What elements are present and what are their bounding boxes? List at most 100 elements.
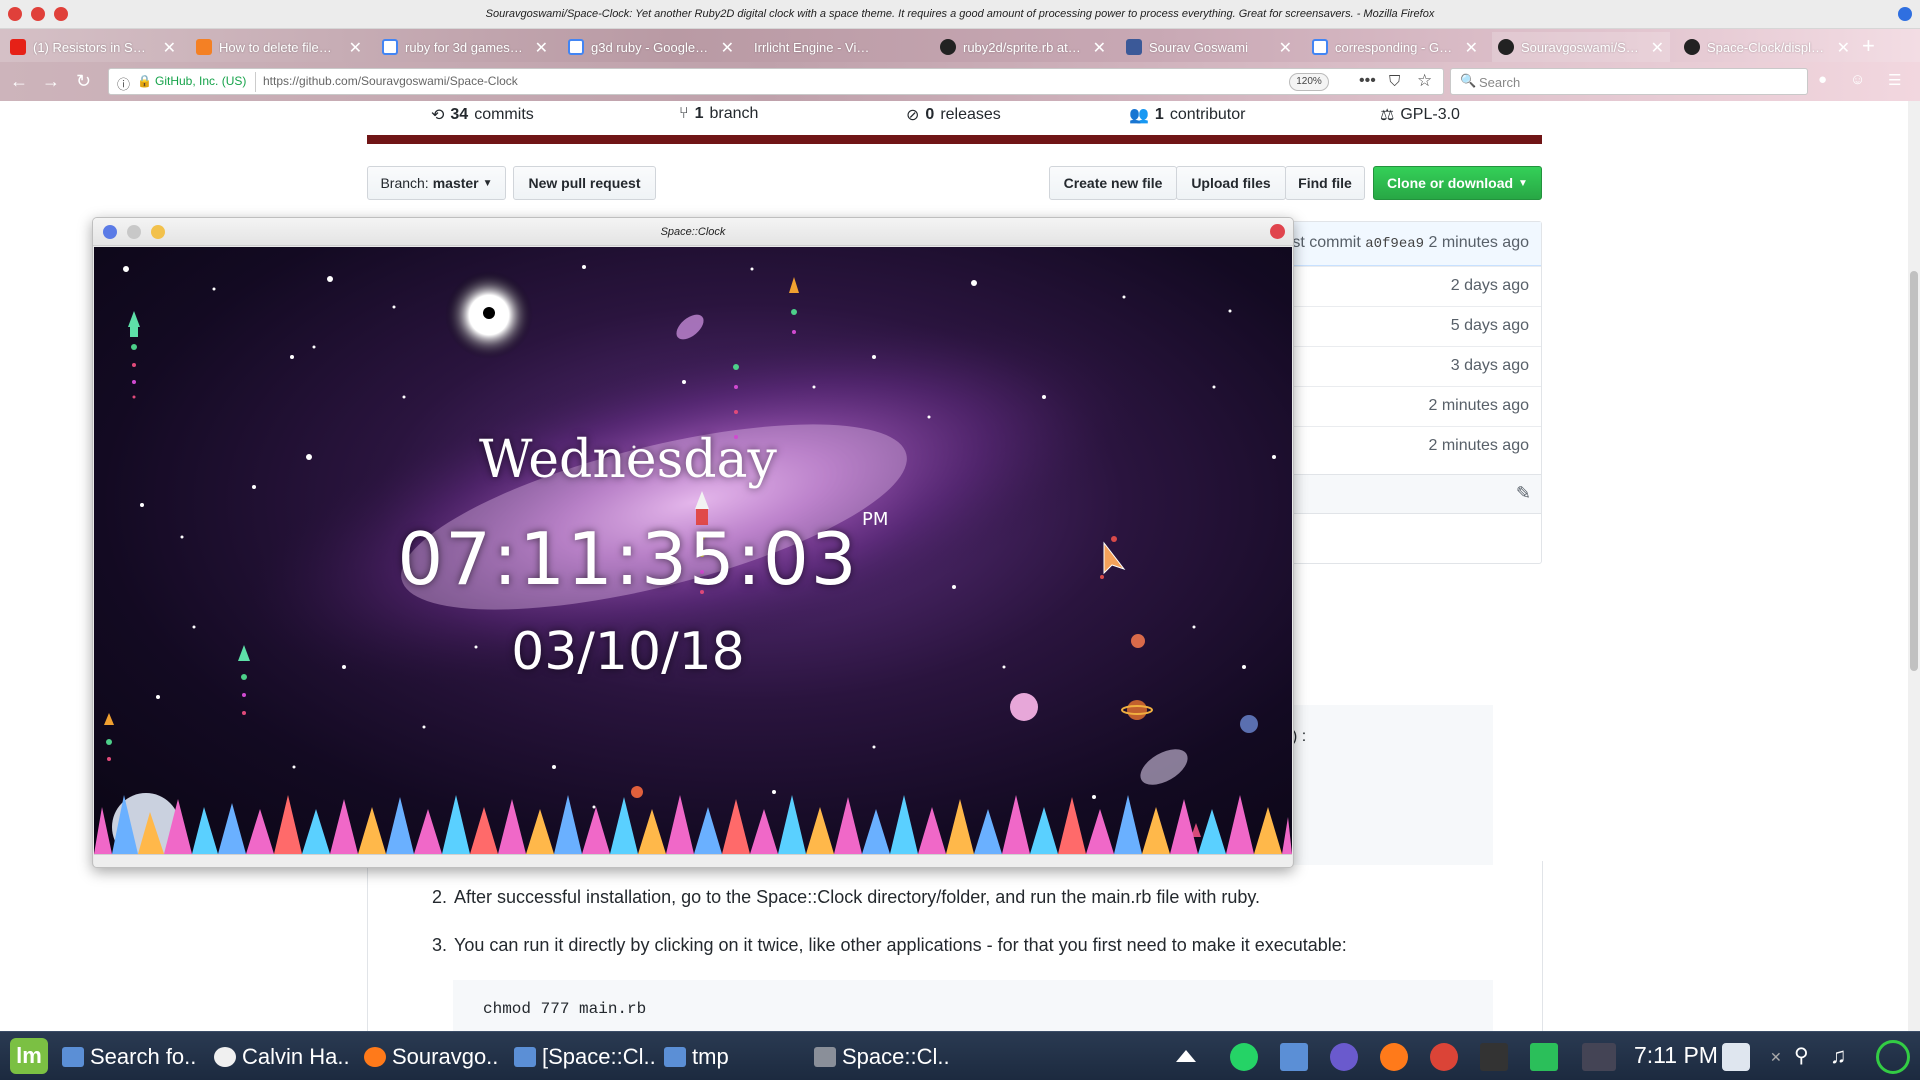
find-file-button[interactable]: Find file — [1285, 166, 1365, 200]
clock-window-close-button[interactable] — [1270, 224, 1285, 239]
space-scene: Wednesday 07:11:35:03 PM 03/10/18 — [94, 247, 1292, 854]
close-tab-icon[interactable]: ✕ — [1093, 38, 1106, 58]
music-note-icon[interactable]: ♫ — [1830, 1043, 1858, 1071]
terminal-icon[interactable] — [1480, 1043, 1508, 1071]
close-tab-icon[interactable]: ✕ — [721, 38, 734, 58]
bookmark-star-icon[interactable]: ☆ — [1417, 71, 1432, 91]
browser-tab[interactable]: (1) Resistors in Series ✕ — [4, 32, 182, 62]
clock-window-titlebar[interactable]: Space::Clock — [93, 218, 1293, 246]
contributors-link[interactable]: 👥 1 contributor — [1129, 105, 1245, 125]
people-icon: 👥 — [1129, 107, 1149, 124]
app-icon[interactable] — [1330, 1043, 1358, 1071]
chrome-icon[interactable] — [1430, 1043, 1458, 1071]
commits-link[interactable]: ⟲ 34 commits — [431, 105, 534, 125]
readme-step-2: 2. After successful installation, go to t… — [432, 887, 1260, 908]
command-code-block: chmod 777 main.rb — [453, 980, 1493, 1031]
keyboard-layout-icon[interactable] — [1582, 1043, 1616, 1071]
files-icon[interactable] — [1280, 1043, 1308, 1071]
taskbar-item[interactable]: Souravgo.. — [364, 1042, 498, 1072]
facebook-icon — [1126, 39, 1142, 55]
branches-link[interactable]: ⑂ 1 branch — [679, 105, 758, 123]
power-icon[interactable] — [1876, 1040, 1910, 1074]
upload-files-button[interactable]: Upload files — [1176, 166, 1286, 200]
site-identity[interactable]: GitHub, Inc. (US) — [155, 74, 246, 88]
close-tab-icon[interactable]: ✕ — [1279, 38, 1292, 58]
rocket — [104, 713, 114, 725]
file-age: 2 minutes ago — [1428, 437, 1529, 454]
rocket-body — [130, 327, 138, 337]
whatsapp-icon[interactable] — [1230, 1043, 1258, 1071]
taskbar-item-active[interactable]: Space::Cl.. — [814, 1042, 950, 1072]
close-tab-icon[interactable]: ✕ — [349, 38, 362, 58]
browser-tab-active[interactable]: Souravgoswami/Spac... ✕ — [1492, 32, 1670, 62]
shield-icon[interactable] — [1722, 1043, 1750, 1071]
branch-icon: ⑂ — [679, 105, 689, 122]
browser-tab[interactable]: corresponding - Googl... ✕ — [1306, 32, 1484, 62]
tray-expand-icon[interactable] — [1176, 1050, 1196, 1062]
page-scrollbar[interactable] — [1908, 101, 1920, 1031]
close-tab-icon[interactable]: ✕ — [163, 38, 176, 58]
browser-tab[interactable]: g3d ruby - Google Sear... ✕ — [562, 32, 740, 62]
taskbar-item[interactable]: tmp — [664, 1042, 729, 1072]
scrollbar-thumb[interactable] — [1910, 271, 1918, 671]
forward-arrow-icon[interactable]: → — [42, 71, 60, 92]
license-link[interactable]: ⚖ GPL-3.0 — [1380, 105, 1460, 125]
firefox-icon[interactable] — [1380, 1043, 1408, 1071]
tab-strip: (1) Resistors in Series ✕ How to delete … — [0, 29, 1920, 62]
extension-icon[interactable]: ● — [1818, 71, 1827, 88]
taskbar-item[interactable]: [Space::Cl.. — [514, 1042, 656, 1072]
amazon-icon — [214, 1047, 236, 1067]
commits-label: commits — [474, 106, 534, 123]
close-tab-icon[interactable]: ✕ — [1465, 38, 1478, 58]
contributors-count: 1 — [1154, 106, 1164, 123]
start-menu-icon[interactable]: lm — [10, 1038, 48, 1074]
releases-count: 0 — [925, 106, 935, 123]
tab-label: g3d ruby - Google Sear... — [591, 39, 709, 55]
emoji-extension-icon[interactable]: ☺ — [1850, 71, 1865, 88]
lock-icon: 🔒 — [137, 74, 152, 88]
browser-tab[interactable]: Sourav Goswami ✕ — [1120, 32, 1298, 62]
menu-icon[interactable]: ☰ — [1888, 71, 1901, 89]
search-bar[interactable]: 🔍 Search — [1450, 68, 1808, 95]
page-actions-icon[interactable]: ••• — [1359, 72, 1376, 90]
taskbar-clock[interactable]: 7:11 PM — [1634, 1042, 1718, 1069]
taskbar-item[interactable]: Calvin Ha.. — [214, 1042, 350, 1072]
browser-tab[interactable]: Space-Clock/display... ✕ — [1678, 32, 1856, 62]
address-bar[interactable]: ⓘ 🔒 GitHub, Inc. (US) https://github.com… — [108, 68, 1444, 95]
clock-ampm: PM — [862, 509, 889, 530]
stackoverflow-icon — [196, 39, 212, 55]
clone-download-button[interactable]: Clone or download ▼ — [1373, 166, 1542, 200]
file-age: 5 days ago — [1450, 317, 1529, 334]
close-tab-icon[interactable]: ✕ — [535, 38, 548, 58]
planet — [1010, 693, 1038, 721]
pencil-icon[interactable]: ✎ — [1516, 483, 1531, 504]
folder-icon[interactable] — [1530, 1043, 1558, 1071]
clock-date: 03/10/18 — [511, 622, 745, 682]
rocket — [789, 277, 799, 293]
planet — [1240, 715, 1258, 733]
browser-tab[interactable]: ruby2d/sprite.rb at ma... ✕ — [934, 32, 1112, 62]
releases-link[interactable]: ⊘ 0 releases — [906, 105, 1001, 125]
back-arrow-icon[interactable]: ← — [10, 71, 28, 92]
new-pull-request-button[interactable]: New pull request — [513, 166, 656, 200]
youtube-icon — [10, 39, 26, 55]
close-icon[interactable]: ✕ — [1770, 1049, 1786, 1065]
close-tab-icon[interactable]: ✕ — [1651, 38, 1664, 58]
taskbar-item[interactable]: Search fo.. — [62, 1042, 196, 1072]
new-tab-button[interactable]: + — [1862, 33, 1875, 59]
commit-hash-link[interactable]: a0f9ea9 — [1365, 236, 1424, 252]
browser-tab[interactable]: ruby for 3d games - Go... ✕ — [376, 32, 554, 62]
url-text[interactable]: https://github.com/Souravgoswami/Space-C… — [263, 74, 518, 88]
reload-icon[interactable]: ↻ — [76, 71, 91, 92]
close-tab-icon[interactable]: ✕ — [1837, 38, 1850, 58]
browser-tab[interactable]: How to delete files in ... ✕ — [190, 32, 368, 62]
browser-tab[interactable]: Irrlicht Engine - View topic — [748, 32, 926, 62]
taskbar-item-label: Space::Cl.. — [842, 1044, 950, 1069]
pocket-icon[interactable]: ⛉ — [1389, 73, 1400, 90]
zoom-level[interactable]: 120% — [1289, 73, 1329, 91]
info-icon[interactable]: ⓘ — [117, 74, 130, 93]
wifi-icon[interactable]: ⚲ — [1794, 1043, 1822, 1071]
create-new-file-button[interactable]: Create new file — [1049, 166, 1177, 200]
content-border-right — [1542, 861, 1543, 1031]
branch-select-button[interactable]: Branch: master ▼ — [367, 166, 506, 200]
